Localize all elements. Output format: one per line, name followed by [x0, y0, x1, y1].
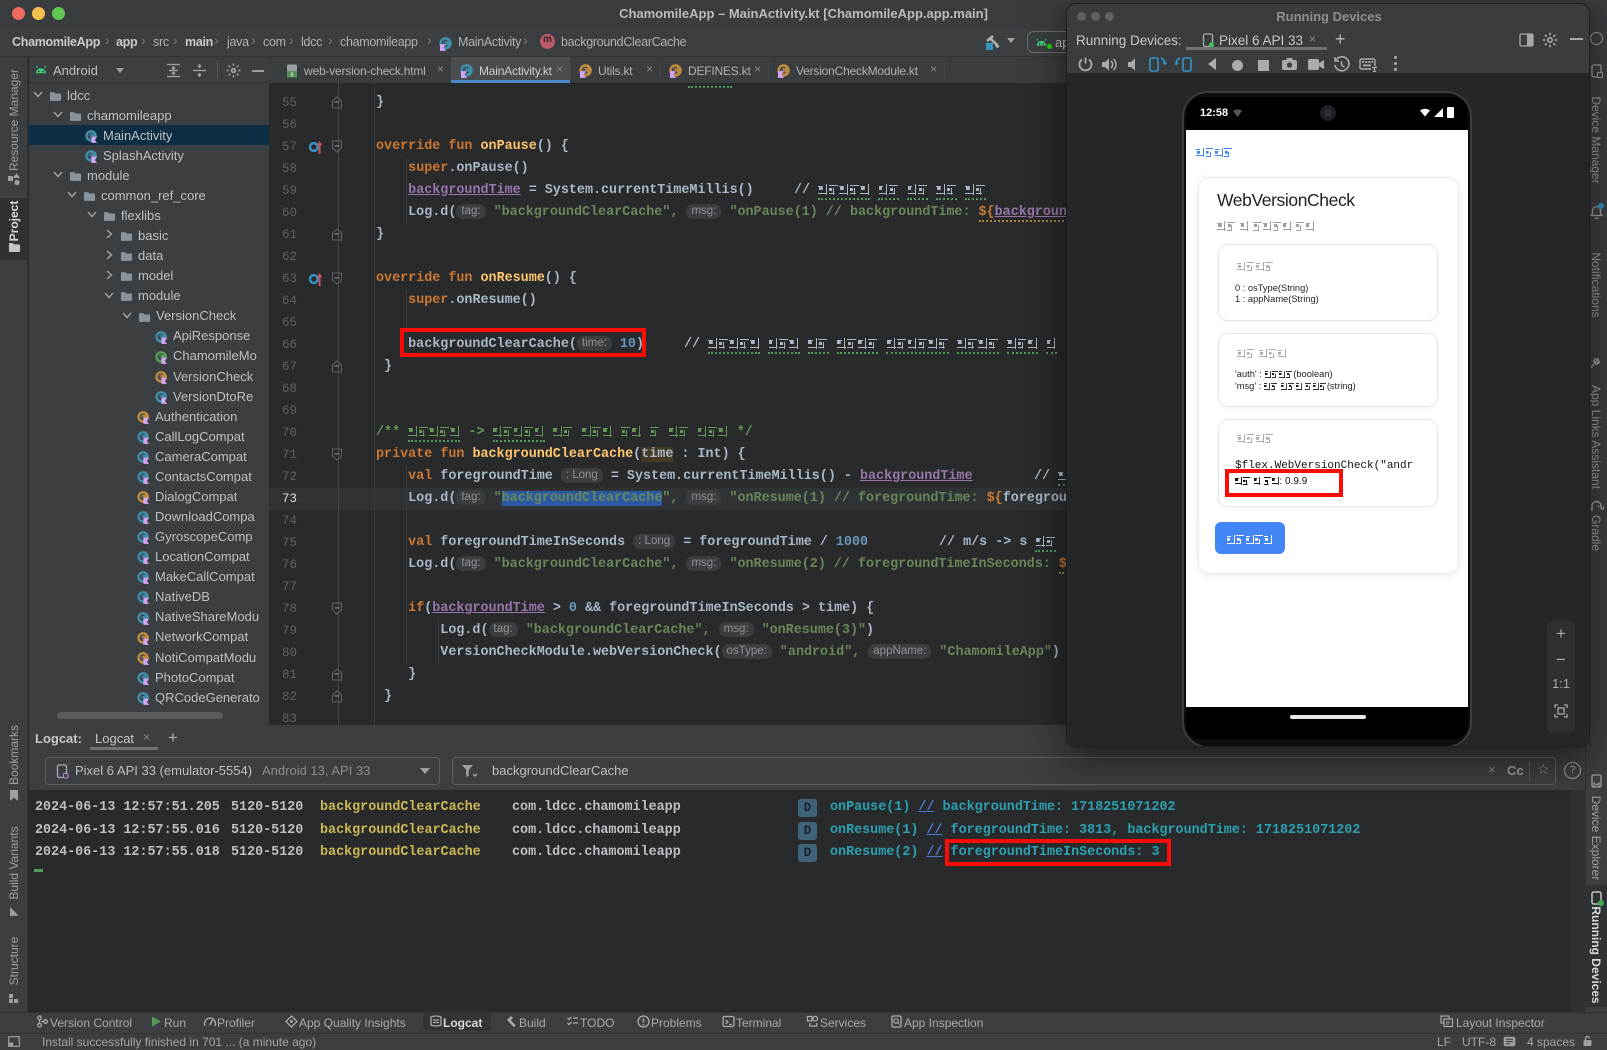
svg-text:5: 5: [290, 72, 293, 78]
